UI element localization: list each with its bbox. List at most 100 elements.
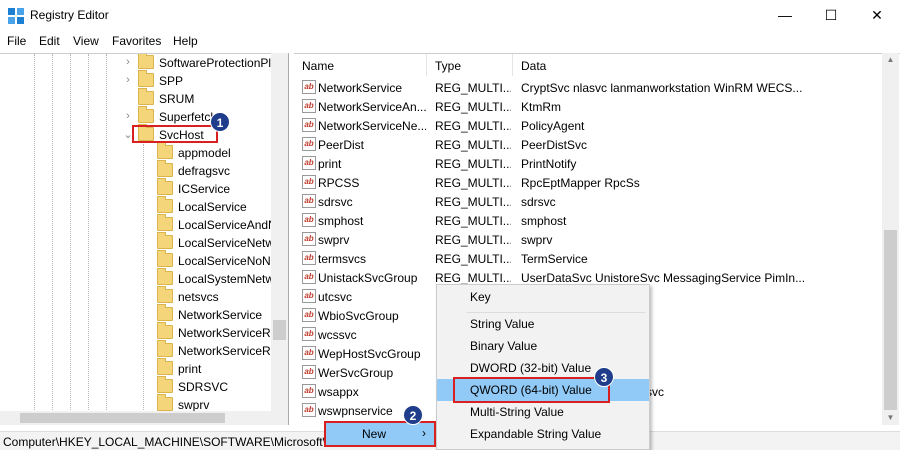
list-row[interactable]: ab RPCSS REG_MULTI... RpcEptMapper RpcSs	[294, 173, 880, 192]
scroll-thumb[interactable]	[273, 320, 286, 340]
string-value-icon: ab	[302, 137, 316, 151]
submenu-item-dword-value[interactable]: DWORD (32-bit) Value	[437, 357, 649, 379]
menu-view[interactable]: View	[73, 34, 99, 48]
folder-icon	[138, 70, 154, 87]
value-name: wsappx	[318, 385, 359, 399]
folder-icon	[138, 54, 154, 69]
value-data: svc	[646, 385, 664, 399]
value-data: PeerDistSvc	[521, 138, 588, 152]
folder-icon	[157, 358, 173, 375]
scroll-thumb[interactable]	[884, 230, 897, 410]
string-value-icon: ab	[302, 175, 316, 189]
submenu-item-expandable-string-value[interactable]: Expandable String Value	[437, 423, 649, 445]
chevron-right-icon[interactable]: ›	[122, 110, 134, 122]
tree-item-label: LocalSystemNetw	[178, 272, 275, 286]
column-header-data[interactable]: Data	[513, 54, 880, 76]
value-data: sdrsvc	[521, 195, 556, 209]
tree-item-label: appmodel	[178, 146, 231, 160]
value-data: swprv	[521, 233, 553, 247]
value-type: REG_MULTI...	[435, 100, 511, 114]
tree-item-label: print	[178, 362, 202, 376]
submenu-item-label: Expandable String Value	[470, 427, 602, 441]
submenu-item-key[interactable]: Key	[437, 286, 649, 308]
value-name: NetworkServiceAn...	[318, 100, 426, 114]
folder-icon	[157, 394, 173, 411]
step-badge-1: 1	[210, 112, 230, 132]
close-button[interactable]: ✕	[854, 0, 900, 31]
new-submenu: Key String Value Binary Value DWORD (32-…	[436, 284, 650, 450]
maximize-button[interactable]: ☐	[808, 0, 854, 31]
submenu-item-multi-string-value[interactable]: Multi-String Value	[437, 401, 649, 423]
list-row[interactable]: ab sdrsvc REG_MULTI... sdrsvc	[294, 192, 880, 211]
list-row[interactable]: ab termsvcs REG_MULTI... TermService	[294, 249, 880, 268]
scroll-down-icon[interactable]: ▼	[882, 413, 899, 422]
registry-editor-icon	[8, 8, 24, 24]
menu-favorites[interactable]: Favorites	[112, 34, 161, 48]
column-header-type[interactable]: Type	[427, 54, 513, 76]
tree-item-label: LocalService	[178, 200, 247, 214]
list-row[interactable]: ab NetworkServiceAn... REG_MULTI... KtmRm	[294, 97, 880, 116]
menu-file[interactable]: File	[7, 34, 26, 48]
string-value-icon: ab	[302, 99, 316, 113]
list-vertical-scrollbar[interactable]: ▲ ▼	[882, 53, 899, 425]
value-data: smphost	[521, 214, 567, 228]
tree-item-label: SRUM	[159, 92, 195, 106]
list-row[interactable]: ab NetworkService REG_MULTI... CryptSvc nla…	[294, 78, 880, 97]
menu-edit[interactable]: Edit	[39, 34, 60, 48]
string-value-icon: ab	[302, 346, 316, 360]
menu-bar: File Edit View Favorites Help	[0, 31, 900, 51]
folder-icon	[157, 142, 173, 159]
list-row[interactable]: ab smphost REG_MULTI... smphost	[294, 211, 880, 230]
value-data: UserDataSvc UnistoreSvc MessagingService…	[521, 271, 806, 285]
tree-item-label: SDRSVC	[178, 380, 229, 394]
tree-guide-line	[70, 54, 71, 414]
list-row[interactable]: ab NetworkServiceNe... REG_MULTI... PolicyA…	[294, 116, 880, 135]
chevron-right-icon[interactable]: ›	[122, 74, 134, 86]
minimize-button[interactable]: —	[762, 0, 808, 31]
tree-horizontal-scrollbar[interactable]	[0, 411, 288, 425]
string-value-icon: ab	[302, 118, 316, 132]
tree-item-label: swprv	[178, 398, 210, 412]
string-value-icon: ab	[302, 270, 316, 284]
value-type: REG_MULTI...	[435, 176, 511, 190]
value-name: termsvcs	[318, 252, 366, 266]
tree-item-label: LocalServiceNoNe	[178, 254, 278, 268]
title-bar: Registry Editor — ☐ ✕	[0, 0, 900, 31]
column-header-name[interactable]: Name	[294, 54, 427, 76]
tree-guide-line	[34, 54, 35, 414]
value-type: REG_MULTI...	[435, 214, 511, 228]
folder-icon	[157, 196, 173, 213]
value-name: NetworkService	[318, 81, 403, 95]
value-type: REG_MULTI...	[435, 233, 511, 247]
list-row[interactable]: ab print REG_MULTI... PrintNotify	[294, 154, 880, 173]
step-badge-3: 3	[594, 367, 614, 387]
value-type: REG_MULTI...	[435, 252, 511, 266]
chevron-right-icon[interactable]: ›	[122, 56, 134, 68]
scroll-up-icon[interactable]: ▲	[882, 55, 899, 64]
tree-item-label: ICService	[178, 182, 231, 196]
value-name: smphost	[318, 214, 364, 228]
list-row[interactable]: ab PeerDist REG_MULTI... PeerDistSvc	[294, 135, 880, 154]
tree-guide-line	[52, 54, 53, 414]
value-data: RpcEptMapper RpcSs	[521, 176, 640, 190]
submenu-item-label: Key	[470, 290, 491, 304]
tree-vertical-scrollbar[interactable]	[271, 53, 288, 412]
value-data: KtmRm	[521, 100, 561, 114]
value-name: sdrsvc	[318, 195, 353, 209]
scroll-thumb[interactable]	[20, 413, 225, 423]
value-data: TermService	[521, 252, 588, 266]
folder-icon	[157, 178, 173, 195]
submenu-item-binary-value[interactable]: Binary Value	[437, 335, 649, 357]
value-type: REG_MULTI...	[435, 81, 511, 95]
submenu-item-label: DWORD (32-bit) Value	[470, 361, 592, 375]
submenu-item-string-value[interactable]: String Value	[437, 313, 649, 335]
menu-help[interactable]: Help	[173, 34, 198, 48]
value-type: REG_MULTI...	[435, 271, 511, 285]
value-name: WepHostSvcGroup	[318, 347, 421, 361]
string-value-icon: ab	[302, 251, 316, 265]
value-name: wcssvc	[318, 328, 357, 342]
list-row[interactable]: ab swprv REG_MULTI... swprv	[294, 230, 880, 249]
registry-tree[interactable]: › SoftwareProtectionPl › SPP SRUM › Supe…	[0, 53, 289, 425]
tree-guide-line	[143, 144, 144, 424]
string-value-icon: ab	[302, 327, 316, 341]
